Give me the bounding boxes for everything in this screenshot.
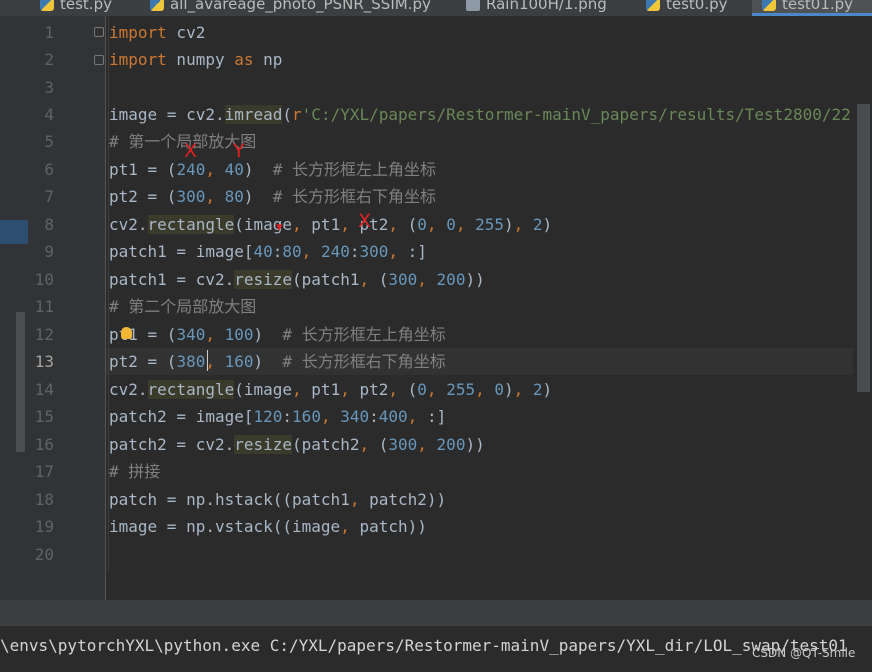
line-number: 10	[34, 270, 54, 289]
line-number: 3	[44, 78, 54, 97]
code-line-8: cv2.rectangle(image, pt1, pt2, (0, 0, 25…	[109, 215, 553, 234]
line-number: 4	[44, 105, 54, 124]
line-number: 17	[34, 462, 54, 481]
code-editor[interactable]: import cv2 import numpy as np image = cv…	[106, 16, 872, 600]
line-number: 5	[44, 132, 54, 151]
annotation-y-mark: Y	[233, 140, 245, 162]
tab-test-py[interactable]: test.py	[40, 0, 112, 16]
annotation-x-mark: X	[184, 140, 198, 162]
line-number: 8	[44, 215, 54, 234]
code-line-1: import cv2	[109, 23, 206, 42]
tool-window-strip	[0, 16, 28, 600]
line-number: 20	[34, 545, 54, 564]
tab-label: all_avareage_photo_PSNR_SSIM.py	[170, 0, 431, 13]
text-caret	[207, 350, 208, 371]
python-file-icon	[40, 0, 54, 11]
indent-guide	[108, 16, 109, 572]
code-line-15: patch2 = image[120:160, 340:400, :]	[109, 407, 447, 426]
scrollbar-thumb[interactable]	[857, 104, 870, 392]
line-number: 11	[34, 297, 54, 316]
line-number: 6	[44, 160, 54, 179]
tab-rain100h-png[interactable]: Rain100H/1.png	[466, 0, 607, 16]
fold-marker-icon[interactable]	[94, 55, 104, 65]
lightbulb-icon[interactable]	[121, 327, 132, 339]
python-file-icon	[762, 0, 776, 11]
run-console[interactable]: \envs\pytorchYXL\python.exe C:/YXL/paper…	[0, 626, 872, 672]
line-number: 1	[44, 23, 54, 42]
line-number: 18	[34, 490, 54, 509]
python-file-icon	[150, 0, 164, 11]
line-number: 2	[44, 50, 54, 69]
code-line-13: pt2 = (380, 160) # 长方形框右下角坐标	[109, 352, 446, 371]
code-line-17: # 拼接	[109, 462, 161, 481]
tool-window-selection	[0, 220, 28, 244]
code-line-6: pt1 = (240, 40) # 长方形框左上角坐标	[109, 160, 437, 179]
code-line-14: cv2.rectangle(image, pt1, pt2, (0, 255, …	[109, 380, 553, 399]
watermark: CSDN @QT-Smile	[752, 646, 856, 660]
line-number: 15	[34, 407, 54, 426]
python-file-icon	[646, 0, 660, 11]
tab-all-avareage-photo[interactable]: all_avareage_photo_PSNR_SSIM.py	[150, 0, 431, 16]
tab-label: test0.py	[666, 0, 728, 13]
code-line-7: pt2 = (300, 80) # 长方形框右下角坐标	[109, 187, 437, 206]
editor-tab-bar: test.py all_avareage_photo_PSNR_SSIM.py …	[0, 0, 872, 16]
annotation-x-mark: X	[358, 210, 372, 232]
tab-test01-py[interactable]: test01.py	[752, 0, 872, 16]
line-number-current: 13	[34, 352, 54, 371]
left-scrollbar-thumb[interactable]	[16, 312, 25, 452]
line-number: 19	[34, 517, 54, 536]
line-number: 14	[34, 380, 54, 399]
code-line-11: # 第二个局部放大图	[109, 297, 257, 316]
line-number: 9	[44, 242, 54, 261]
code-line-19: image = np.vstack((image, patch))	[109, 517, 427, 536]
tab-label: test.py	[60, 0, 112, 13]
tab-label: test01.py	[782, 0, 854, 13]
console-command-line: \envs\pytorchYXL\python.exe C:/YXL/paper…	[0, 636, 848, 655]
annotation-dot-mark: ▾	[276, 220, 283, 235]
tool-window-header	[0, 600, 872, 626]
fold-marker-icon[interactable]	[94, 27, 104, 37]
image-file-icon	[466, 0, 480, 11]
line-number: 16	[34, 435, 54, 454]
code-line-16: patch2 = cv2.resize(patch2, (300, 200))	[109, 435, 485, 454]
line-number: 7	[44, 187, 54, 206]
code-line-4: image = cv2.imread(r'C:/YXL/papers/Resto…	[109, 105, 851, 124]
code-line-10: patch1 = cv2.resize(patch1, (300, 200))	[109, 270, 485, 289]
editor-vertical-scrollbar[interactable]	[853, 16, 872, 600]
code-line-2: import numpy as np	[109, 50, 283, 69]
tab-test0-py[interactable]: test0.py	[646, 0, 728, 16]
tab-label: Rain100H/1.png	[486, 0, 607, 13]
code-line-18: patch = np.hstack((patch1, patch2))	[109, 490, 447, 509]
code-line-12: pt1 = (340, 100) # 长方形框左上角坐标	[109, 325, 446, 344]
line-number: 12	[34, 325, 54, 344]
code-line-9: patch1 = image[40:80, 240:300, :]	[109, 242, 427, 261]
